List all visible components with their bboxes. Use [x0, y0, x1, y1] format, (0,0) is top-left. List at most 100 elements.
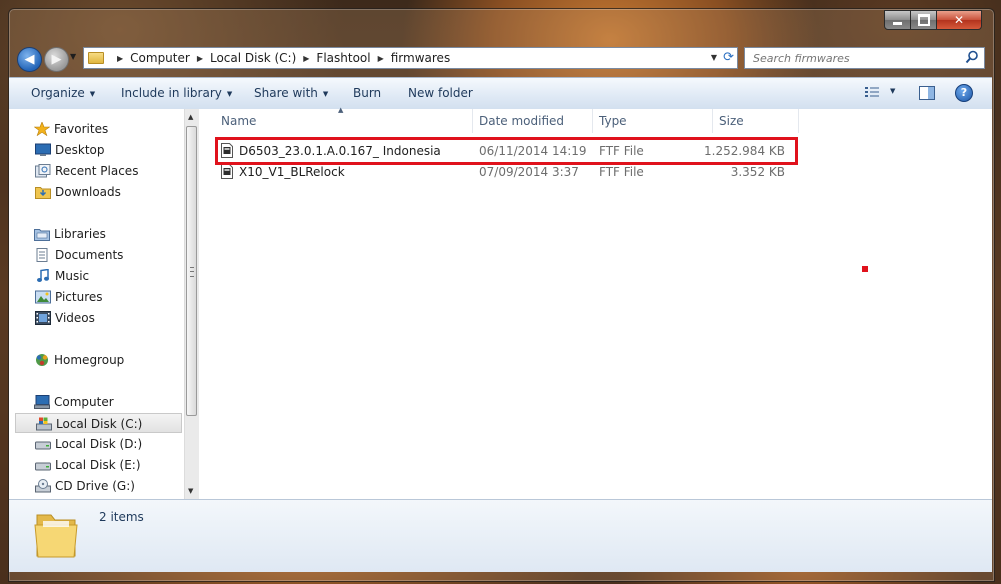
help-icon[interactable]: ? [955, 84, 973, 102]
include-in-library-button[interactable]: Include in library ▼ [121, 86, 232, 100]
column-header-type[interactable]: Type [593, 109, 713, 133]
nav-music[interactable]: Music [9, 266, 181, 286]
pictures-icon [35, 290, 51, 304]
nav-local-disk-d-label: Local Disk (D:) [55, 437, 143, 451]
breadcrumb-computer[interactable]: Computer [130, 51, 190, 65]
file-date-modified: 07/09/2014 3:37 [479, 165, 579, 179]
recent-pages-dropdown[interactable]: ▼ [70, 52, 76, 61]
chevron-right-icon[interactable]: ▶ [117, 54, 123, 63]
nav-documents-label: Documents [55, 248, 124, 262]
chevron-down-icon: ▼ [322, 89, 329, 98]
scrollbar-thumb[interactable] [186, 126, 197, 416]
file-list: ▲ Name Date modified Type Size D6503_23.… [199, 106, 992, 499]
chevron-right-icon[interactable]: ▶ [303, 54, 309, 63]
column-header-date-label: Date modified [479, 114, 565, 128]
cd-drive-icon [35, 479, 51, 493]
star-icon [34, 122, 50, 136]
breadcrumb-local-disk-c[interactable]: Local Disk (C:) [210, 51, 296, 65]
nav-local-disk-c[interactable]: Local Disk (C:) [15, 413, 182, 433]
nav-favorites[interactable]: Favorites [9, 119, 181, 139]
desktop-icon [35, 143, 51, 156]
share-with-label: Share with [254, 86, 318, 100]
arrow-right-icon: ▶ [51, 52, 62, 67]
nav-desktop-label: Desktop [55, 143, 105, 157]
file-name: X10_V1_BLRelock [239, 165, 345, 179]
hard-drive-icon [35, 462, 51, 471]
folder-icon [88, 52, 104, 64]
homegroup-icon [36, 354, 48, 366]
nav-downloads-label: Downloads [55, 185, 121, 199]
view-dropdown-icon[interactable]: ▼ [890, 87, 895, 95]
breadcrumb-flashtool[interactable]: Flashtool [316, 51, 370, 65]
nav-documents[interactable]: Documents [9, 245, 181, 265]
nav-libraries[interactable]: Libraries [9, 224, 181, 244]
column-header-date-modified[interactable]: Date modified [473, 109, 593, 133]
nav-downloads[interactable]: Downloads [9, 182, 181, 202]
new-folder-button[interactable]: New folder [408, 86, 473, 100]
search-input[interactable] [751, 50, 965, 66]
preview-pane-icon[interactable] [919, 86, 935, 100]
nav-videos-label: Videos [55, 311, 95, 325]
column-header-name-label: Name [221, 114, 257, 128]
scroll-up-icon[interactable]: ▲ [188, 113, 193, 121]
column-header-type-label: Type [599, 114, 627, 128]
chevron-right-icon[interactable]: ▶ [197, 54, 203, 63]
address-bar[interactable]: ▶ Computer ▶ Local Disk (C:) ▶ Flashtool… [83, 47, 738, 69]
folder-icon [34, 514, 78, 558]
nav-desktop[interactable]: Desktop [9, 140, 181, 160]
navigation-pane: Favorites Desktop Recent Places Download… [9, 109, 199, 499]
navigation-scrollbar[interactable]: ▲ ▼ [184, 109, 199, 499]
burn-button[interactable]: Burn [353, 86, 381, 100]
annotation-dot [862, 266, 868, 272]
nav-local-disk-c-label: Local Disk (C:) [56, 417, 143, 431]
address-history-dropdown[interactable]: ▼ [711, 53, 717, 62]
chevron-right-icon[interactable]: ▶ [378, 54, 384, 63]
column-header-name[interactable]: Name [215, 109, 473, 133]
chevron-down-icon: ▼ [226, 89, 233, 98]
maximize-button[interactable] [911, 10, 937, 30]
nav-libraries-label: Libraries [54, 227, 106, 241]
documents-icon [36, 248, 48, 262]
nav-recent-places[interactable]: Recent Places [9, 161, 181, 181]
minimize-icon [893, 21, 902, 25]
highlight-annotation-box [215, 137, 798, 165]
nav-homegroup[interactable]: Homegroup [9, 350, 181, 370]
hard-drive-icon [35, 441, 51, 450]
nav-cd-drive[interactable]: CD Drive (G:) [9, 476, 181, 496]
view-options-icon[interactable] [864, 86, 880, 100]
grip-icon [190, 267, 194, 277]
nav-homegroup-label: Homegroup [54, 353, 125, 367]
breadcrumb-firmwares[interactable]: firmwares [391, 51, 450, 65]
back-button[interactable]: ◀ [17, 47, 42, 72]
file-row[interactable]: X10_V1_BLRelock 07/09/2014 3:37 FTF File… [215, 162, 799, 182]
computer-icon [34, 395, 50, 409]
column-header-size[interactable]: Size [713, 109, 799, 133]
downloads-folder-icon [35, 187, 51, 199]
column-header-size-label: Size [719, 114, 744, 128]
close-icon: ✕ [953, 13, 965, 27]
organize-button[interactable]: Organize ▼ [31, 86, 95, 100]
details-pane: 2 items [9, 499, 992, 572]
minimize-button[interactable] [884, 10, 911, 30]
nav-computer[interactable]: Computer [9, 392, 181, 412]
ftf-file-icon [221, 164, 233, 179]
burn-label: Burn [353, 86, 382, 100]
refresh-icon[interactable]: ⟳ [723, 50, 734, 65]
nav-local-disk-e[interactable]: Local Disk (E:) [9, 455, 181, 475]
file-type: FTF File [599, 165, 644, 179]
command-bar: Organize ▼ Include in library ▼ Share with… [9, 77, 992, 110]
search-box[interactable] [744, 47, 985, 69]
search-icon[interactable] [965, 50, 979, 64]
recent-places-icon [35, 164, 51, 178]
nav-videos[interactable]: Videos [9, 308, 181, 328]
nav-pictures[interactable]: Pictures [9, 287, 181, 307]
maximize-icon [917, 14, 930, 26]
forward-button[interactable]: ▶ [44, 47, 69, 72]
new-folder-label: New folder [408, 86, 473, 100]
file-size: 3.352 KB [730, 165, 785, 179]
nav-local-disk-d[interactable]: Local Disk (D:) [9, 434, 181, 454]
include-in-library-label: Include in library [121, 86, 222, 100]
share-with-button[interactable]: Share with ▼ [254, 86, 328, 100]
scroll-down-icon[interactable]: ▼ [188, 487, 193, 495]
close-button[interactable]: ✕ [937, 10, 982, 30]
